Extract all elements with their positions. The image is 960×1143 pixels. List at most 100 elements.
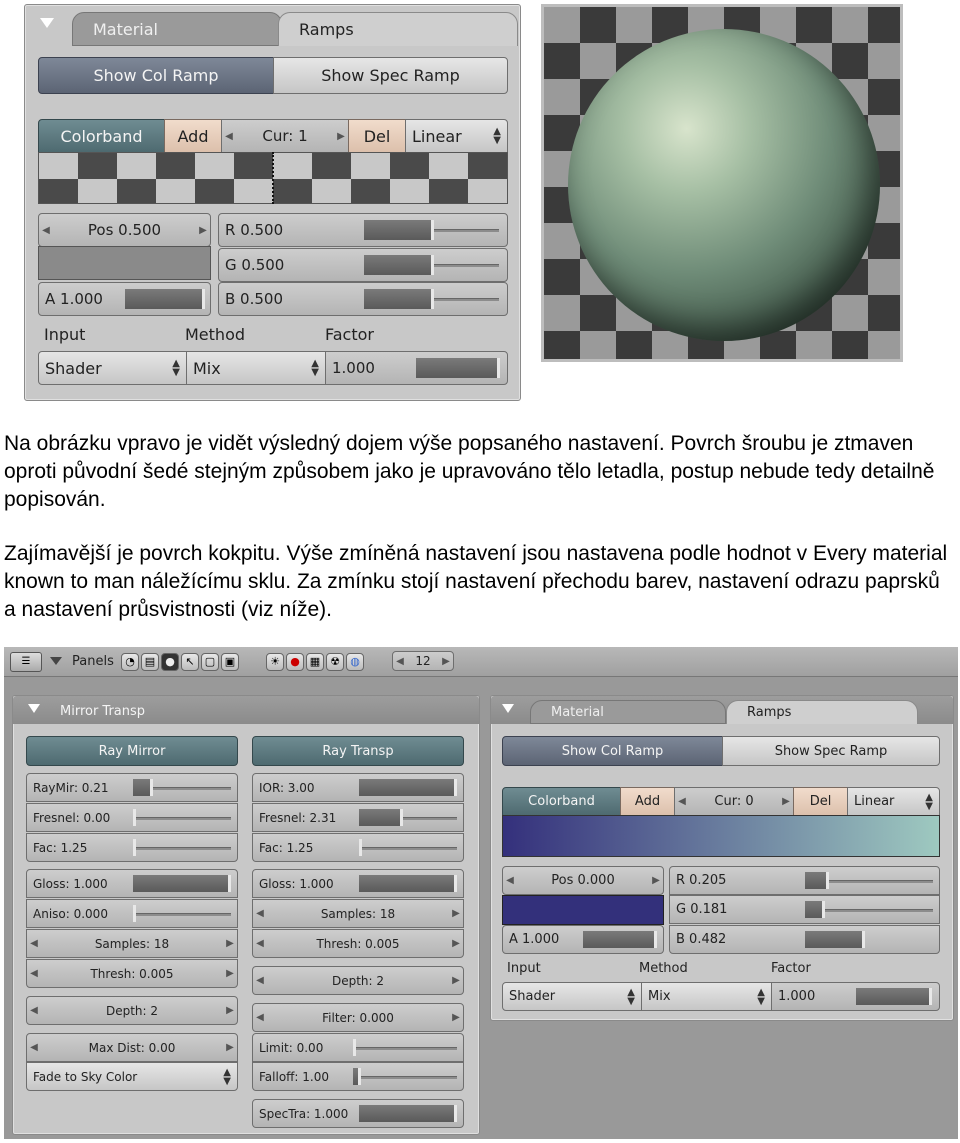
arrow-right-icon[interactable]: ▶ xyxy=(449,1012,463,1023)
del-button-2[interactable]: Del xyxy=(793,787,848,816)
show-col-ramp-button-2[interactable]: Show Col Ramp xyxy=(502,736,723,766)
interpolation-select-2[interactable]: Linear ▲ ▼ xyxy=(847,787,940,816)
aniso-slider[interactable]: Aniso: 0.000 xyxy=(26,899,238,928)
arrow-left-icon[interactable]: ◀ xyxy=(503,875,517,886)
add-button[interactable]: Add xyxy=(164,119,222,153)
arrow-left-icon[interactable]: ◀ xyxy=(27,968,41,979)
colorband-marker[interactable] xyxy=(272,152,274,204)
color-swatch-2[interactable] xyxy=(502,895,664,925)
colorband-toggle-2[interactable]: Colorband xyxy=(502,787,621,816)
arrow-left-icon[interactable]: ◀ xyxy=(253,1012,267,1023)
method-select[interactable]: Mix ▲ ▼ xyxy=(186,351,326,385)
shading-icon[interactable]: ● xyxy=(161,652,179,671)
arrow-right-icon[interactable]: ▶ xyxy=(223,1005,237,1016)
method-select-2[interactable]: Mix ▲ ▼ xyxy=(641,982,772,1011)
arrow-left-icon[interactable]: ◀ xyxy=(222,131,236,142)
fac-transp-slider[interactable]: Fac: 1.25 xyxy=(252,833,464,862)
add-button-2[interactable]: Add xyxy=(620,787,675,816)
arrow-right-icon[interactable]: ▶ xyxy=(449,908,463,919)
alpha-slider-2[interactable]: A 1.000 xyxy=(502,925,664,954)
factor-slider[interactable]: 1.000 xyxy=(325,351,508,385)
pos-field[interactable]: ◀ Pos 0.500 ▶ xyxy=(38,213,211,247)
gloss-mirror-slider[interactable]: Gloss: 1.000 xyxy=(26,869,238,898)
arrow-left-icon[interactable]: ◀ xyxy=(253,975,267,986)
arrow-left-icon[interactable]: ◀ xyxy=(39,225,53,236)
input-select[interactable]: Shader ▲ ▼ xyxy=(38,351,187,385)
arrow-right-icon[interactable]: ▶ xyxy=(649,875,663,886)
samples-transp-field[interactable]: ◀ Samples: 18 ▶ xyxy=(252,899,464,928)
arrow-left-icon[interactable]: ◀ xyxy=(675,796,689,807)
colorband-toggle[interactable]: Colorband xyxy=(38,119,165,153)
depth-mirror-field[interactable]: ◀ Depth: 2 ▶ xyxy=(26,996,238,1025)
falloff-slider[interactable]: Falloff: 1.00 xyxy=(252,1062,464,1091)
input-select-2[interactable]: Shader ▲ ▼ xyxy=(502,982,642,1011)
editing-icon[interactable]: ▢ xyxy=(201,652,219,671)
r-slider[interactable]: R 0.500 xyxy=(218,213,508,247)
g-slider[interactable]: G 0.500 xyxy=(218,248,508,282)
limit-slider[interactable]: Limit: 0.00 xyxy=(252,1033,464,1062)
ior-slider[interactable]: IOR: 3.00 xyxy=(252,773,464,802)
arrow-left-icon[interactable]: ◀ xyxy=(27,1042,41,1053)
lamp-icon[interactable]: ☀ xyxy=(266,652,284,671)
scene-icon[interactable]: ▣ xyxy=(221,652,239,671)
thresh-transp-field[interactable]: ◀ Thresh: 0.005 ▶ xyxy=(252,929,464,958)
color-swatch[interactable] xyxy=(38,246,211,280)
arrow-right-icon[interactable]: ▶ xyxy=(223,938,237,949)
thresh-mirror-field[interactable]: ◀ Thresh: 0.005 ▶ xyxy=(26,959,238,988)
alpha-slider[interactable]: A 1.000 xyxy=(38,282,211,316)
gloss-transp-slider[interactable]: Gloss: 1.000 xyxy=(252,869,464,898)
arrow-right-icon[interactable]: ▶ xyxy=(779,796,793,807)
page-number-field[interactable]: ◀ 12 ▶ xyxy=(392,651,454,671)
arrow-left-icon[interactable]: ◀ xyxy=(253,908,267,919)
arrow-right-icon[interactable]: ▶ xyxy=(334,131,348,142)
arrow-right-icon[interactable]: ▶ xyxy=(196,225,210,236)
cur-field[interactable]: ◀ Cur: 1 ▶ xyxy=(221,119,349,153)
interpolation-select[interactable]: Linear ▲ ▼ xyxy=(405,119,508,153)
arrow-left-icon[interactable]: ◀ xyxy=(27,938,41,949)
window-type-menu[interactable]: ☰ xyxy=(10,652,42,672)
arrow-left-icon[interactable]: ◀ xyxy=(253,938,267,949)
collapse-triangle-icon[interactable] xyxy=(502,704,514,713)
show-col-ramp-button[interactable]: Show Col Ramp xyxy=(38,57,274,94)
arrow-left-icon[interactable]: ◀ xyxy=(393,656,407,667)
b-slider[interactable]: B 0.500 xyxy=(218,282,508,316)
tab-material-2[interactable]: Material xyxy=(530,700,726,724)
ray-transp-toggle[interactable]: Ray Transp xyxy=(252,736,464,766)
tab-material[interactable]: Material xyxy=(72,12,282,46)
panels-collapse-triangle-icon[interactable] xyxy=(50,657,62,665)
material-icon[interactable]: ● xyxy=(286,652,304,671)
script-icon[interactable]: ▤ xyxy=(141,652,159,671)
collapse-triangle-icon[interactable] xyxy=(40,18,54,28)
ray-mirror-toggle[interactable]: Ray Mirror xyxy=(26,736,238,766)
tab-ramps[interactable]: Ramps xyxy=(278,12,518,46)
samples-mirror-field[interactable]: ◀ Samples: 18 ▶ xyxy=(26,929,238,958)
arrow-right-icon[interactable]: ▶ xyxy=(223,968,237,979)
r-slider-2[interactable]: R 0.205 xyxy=(669,866,940,895)
arrow-right-icon[interactable]: ▶ xyxy=(223,1042,237,1053)
arrow-left-icon[interactable]: ◀ xyxy=(27,1005,41,1016)
colorband-gradient-2[interactable] xyxy=(502,815,940,857)
arrow-right-icon[interactable]: ▶ xyxy=(449,975,463,986)
g-slider-2[interactable]: G 0.181 xyxy=(669,895,940,924)
fac-mirror-slider[interactable]: Fac: 1.25 xyxy=(26,833,238,862)
world-icon[interactable]: ◍ xyxy=(346,652,364,671)
filter-field[interactable]: ◀ Filter: 0.000 ▶ xyxy=(252,1003,464,1032)
depth-transp-field[interactable]: ◀ Depth: 2 ▶ xyxy=(252,966,464,995)
collapse-triangle-icon[interactable] xyxy=(28,704,40,713)
raymir-slider[interactable]: RayMir: 0.21 xyxy=(26,773,238,802)
logic-icon[interactable]: ◔ xyxy=(121,652,139,671)
cur-field-2[interactable]: ◀ Cur: 0 ▶ xyxy=(674,787,794,816)
spectra-slider[interactable]: SpecTra: 1.000 xyxy=(252,1099,464,1128)
fresnel-transp-slider[interactable]: Fresnel: 2.31 xyxy=(252,803,464,832)
texture-icon[interactable]: ▦ xyxy=(306,652,324,671)
del-button[interactable]: Del xyxy=(348,119,406,153)
object-icon[interactable]: ↖ xyxy=(181,652,199,671)
show-spec-ramp-button-2[interactable]: Show Spec Ramp xyxy=(722,736,940,766)
arrow-right-icon[interactable]: ▶ xyxy=(449,938,463,949)
fresnel-mirror-slider[interactable]: Fresnel: 0.00 xyxy=(26,803,238,832)
fade-to-sky-select[interactable]: Fade to Sky Color ▲ ▼ xyxy=(26,1062,238,1091)
factor-slider-2[interactable]: 1.000 xyxy=(771,982,940,1011)
radiosity-icon[interactable]: ☢ xyxy=(326,652,344,671)
b-slider-2[interactable]: B 0.482 xyxy=(669,925,940,954)
show-spec-ramp-button[interactable]: Show Spec Ramp xyxy=(273,57,508,94)
